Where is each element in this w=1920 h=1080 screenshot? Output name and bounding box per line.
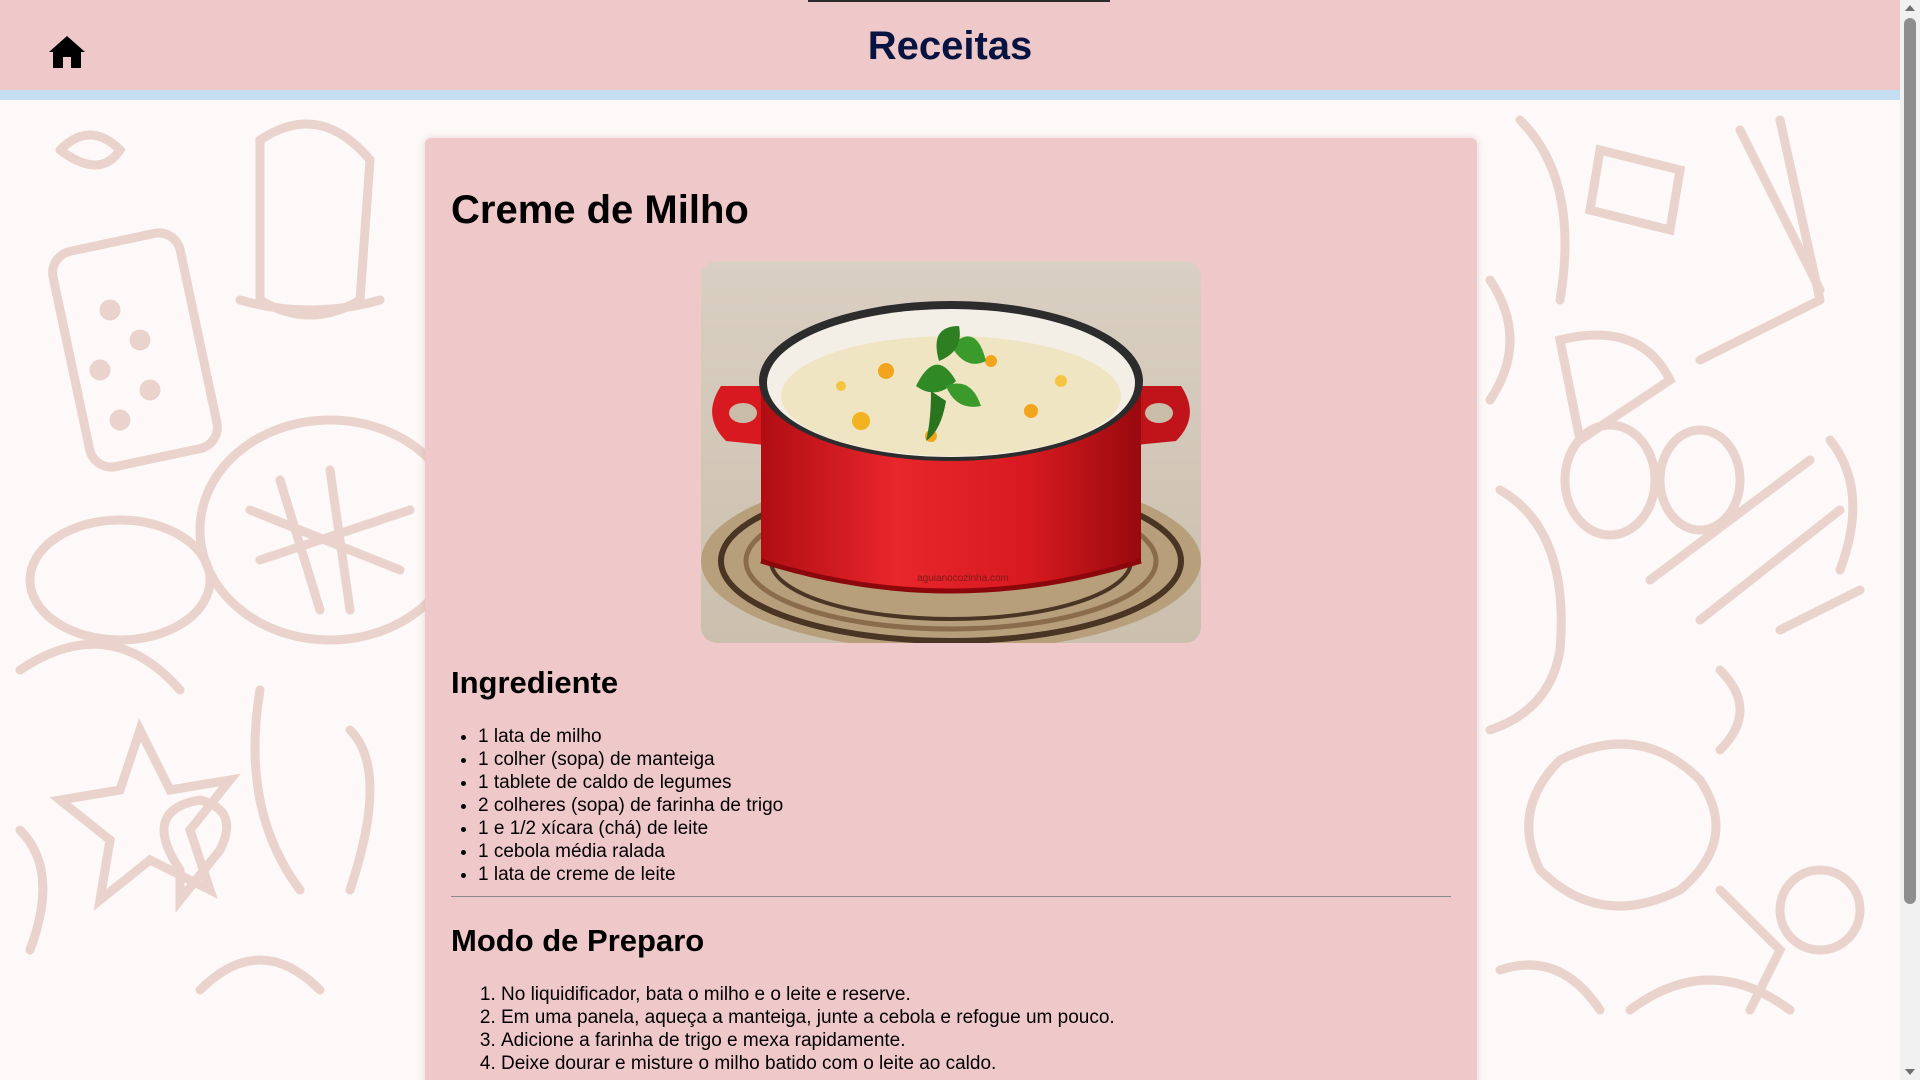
page-scrollbar[interactable] (1900, 0, 1920, 1080)
header-bar: Receitas (0, 0, 1900, 100)
list-item: 1 e 1/2 xícara (chá) de leite (478, 817, 1451, 840)
list-item: Adicione a farinha de trigo e mexa rapid… (501, 1029, 1451, 1052)
list-item: 1 lata de milho (478, 725, 1451, 748)
steps-list: No liquidificador, bata o milho e o leit… (451, 983, 1451, 1075)
section-divider (451, 896, 1451, 897)
active-tab-indicator (808, 0, 1110, 2)
scroll-down-arrow-icon[interactable] (1905, 1069, 1915, 1075)
recipe-card: Creme de Milho aguianocozinha.com Ingred… (425, 138, 1477, 1080)
ingredients-heading: Ingrediente (451, 665, 619, 700)
list-item: 1 cebola média ralada (478, 840, 1451, 863)
list-item: Em uma panela, aqueça a manteiga, junte … (501, 1006, 1451, 1029)
page-title: Receitas (867, 24, 1033, 68)
scroll-up-arrow-icon[interactable] (1905, 5, 1915, 11)
list-item: 2 colheres (sopa) de farinha de trigo (478, 794, 1451, 817)
list-item: 1 colher (sopa) de manteiga (478, 748, 1451, 771)
list-item: 1 tablete de caldo de legumes (478, 771, 1451, 794)
image-watermark: aguianocozinha.com (917, 573, 1009, 584)
steps-heading: Modo de Preparo (451, 923, 705, 958)
scrollbar-thumb[interactable] (1904, 18, 1916, 904)
recipe-image-container: aguianocozinha.com (451, 261, 1451, 643)
recipe-image: aguianocozinha.com (701, 261, 1201, 643)
list-item: Deixe dourar e misture o milho batido co… (501, 1052, 1451, 1075)
list-item: 1 lata de creme de leite (478, 863, 1451, 886)
list-item: No liquidificador, bata o milho e o leit… (501, 983, 1451, 1006)
recipe-title: Creme de Milho (451, 188, 749, 232)
ingredients-list: 1 lata de milho 1 colher (sopa) de mante… (451, 725, 1451, 886)
